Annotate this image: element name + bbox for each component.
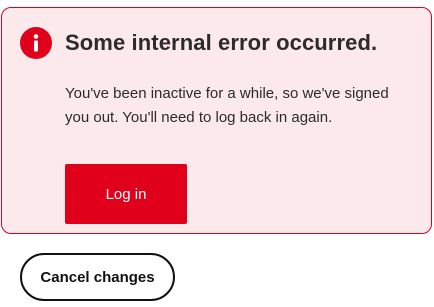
page: Some internal error occurred. You've bee… (0, 0, 434, 307)
error-alert: Some internal error occurred. You've bee… (1, 7, 432, 234)
login-button[interactable]: Log in (65, 164, 187, 224)
error-message: You've been inactive for a while, so we'… (65, 85, 389, 126)
cancel-changes-button[interactable]: Cancel changes (20, 253, 175, 301)
error-title: Some internal error occurred. (65, 30, 378, 55)
alert-circle-icon (20, 27, 52, 59)
